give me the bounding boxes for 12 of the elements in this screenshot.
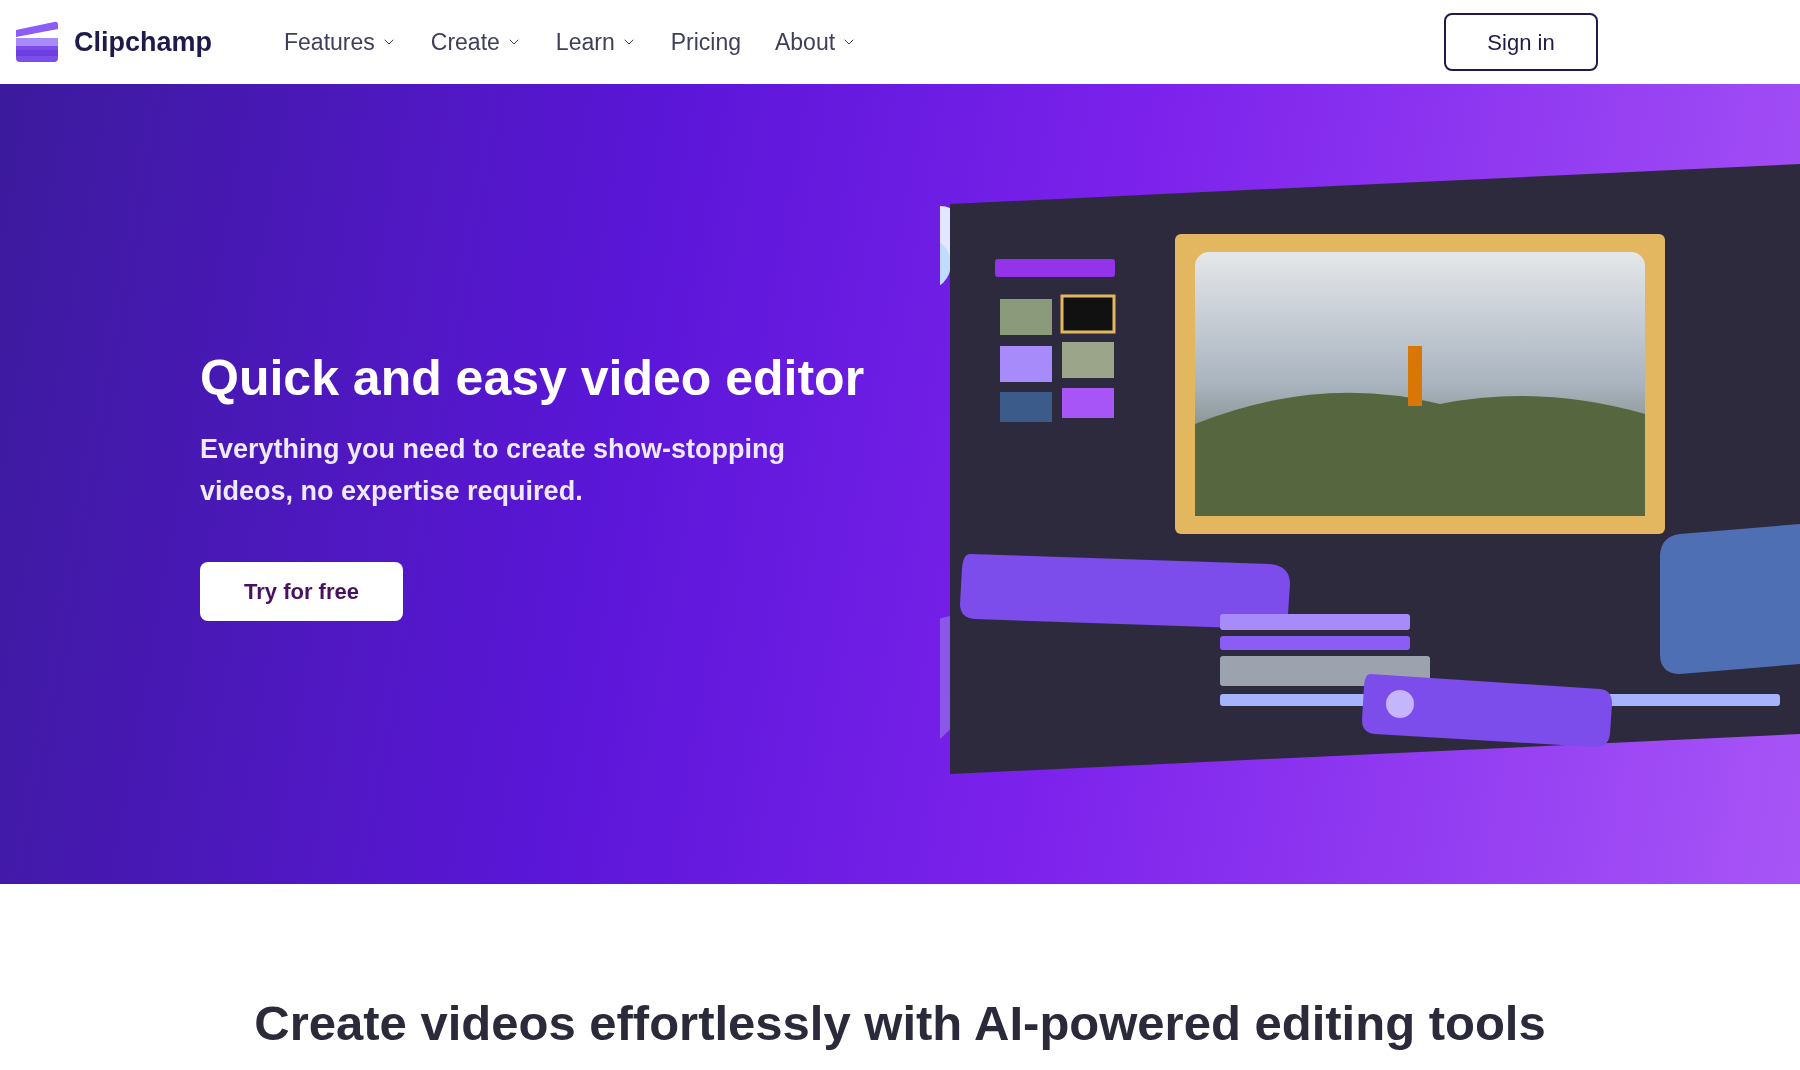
sign-in-button[interactable]: Sign in (1444, 13, 1598, 71)
hero-title: Quick and easy video editor (200, 349, 866, 409)
nav-link[interactable]: Create (430, 24, 522, 60)
nav-link[interactable]: Pricing (670, 24, 741, 60)
clapperboard-logo-icon (14, 20, 60, 64)
try-for-free-button[interactable]: Try for free (200, 561, 403, 621)
nav-link[interactable]: About (775, 24, 858, 60)
hero-subtitle: Everything you need to create show-stopping videos, no expertise required. (200, 432, 787, 508)
nav-link[interactable]: Learn (555, 24, 637, 60)
brand-name[interactable]: Clipchamp (74, 21, 213, 63)
nav-link[interactable]: Features (284, 24, 397, 60)
section-heading: Create videos effortlessly with AI-powered editing tools (254, 994, 1546, 1052)
